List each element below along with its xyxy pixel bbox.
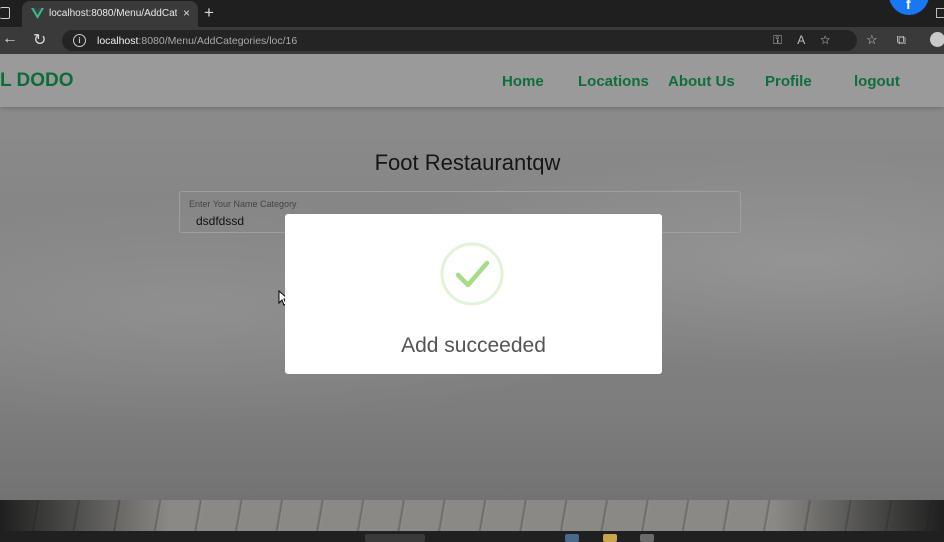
nav-logout[interactable]: logout xyxy=(854,73,900,90)
url-text: localhost:8080/Menu/AddCategories/loc/16 xyxy=(97,35,297,47)
vue-logo-icon xyxy=(31,8,44,19)
tab-close-icon[interactable]: × xyxy=(183,6,190,20)
add-favorite-icon[interactable]: ☆ xyxy=(820,33,845,47)
browser-tab[interactable]: localhost:8080/Menu/AddCategories/loc/16… xyxy=(22,1,198,27)
url-host: localhost xyxy=(97,35,139,47)
success-check-icon xyxy=(440,242,504,306)
modal-title: Add succeeded xyxy=(401,334,546,357)
facebook-glyph: f xyxy=(906,0,911,12)
key-icon[interactable]: ⚿ xyxy=(773,33,797,47)
taskbar-item[interactable] xyxy=(603,534,617,542)
taskbar-item[interactable] xyxy=(365,534,425,542)
success-modal: Add succeeded xyxy=(285,214,662,374)
window-menu-icon[interactable] xyxy=(0,7,10,19)
facebook-icon[interactable]: f xyxy=(889,0,929,15)
browser-tab-strip: localhost:8080/Menu/AddCategories/loc/16… xyxy=(0,0,944,27)
page-title: Foot Restaurantqw xyxy=(374,150,561,175)
profile-avatar[interactable] xyxy=(930,32,944,47)
nav-home[interactable]: Home xyxy=(502,73,544,90)
omnibox-actions[interactable]: ⚿A☆ xyxy=(773,33,845,48)
page-content: L DODO Home Locations About Us Profile l… xyxy=(0,54,944,531)
category-name-value[interactable]: dsdfdssd xyxy=(196,214,244,228)
back-icon[interactable]: ← xyxy=(2,30,18,48)
nav-about-us[interactable]: About Us xyxy=(668,73,735,90)
collections-icon[interactable]: ⧉ xyxy=(897,32,925,47)
site-info-icon[interactable]: i xyxy=(73,34,86,47)
site-navbar: L DODO Home Locations About Us Profile l… xyxy=(0,54,944,107)
reload-icon[interactable]: ↻ xyxy=(33,30,46,50)
tab-title: localhost:8080/Menu/AddCategories/loc/16 xyxy=(49,8,177,19)
url-field[interactable]: i localhost:8080/Menu/AddCategories/loc/… xyxy=(62,30,857,51)
category-name-label: Enter Your Name Category xyxy=(189,199,297,209)
nav-profile[interactable]: Profile xyxy=(765,73,812,90)
os-taskbar xyxy=(0,531,944,542)
taskbar-item[interactable] xyxy=(640,534,654,542)
floor-shadow xyxy=(0,500,944,531)
favorites-icon[interactable]: ☆ xyxy=(866,32,897,47)
read-aloud-icon[interactable]: A xyxy=(797,33,820,47)
browser-address-bar: ← ↻ i localhost:8080/Menu/AddCategories/… xyxy=(0,27,944,54)
browser-toolbar-icons: ☆⧉ xyxy=(866,32,925,48)
taskbar-item[interactable] xyxy=(565,534,579,542)
url-path: :8080/Menu/AddCategories/loc/16 xyxy=(138,35,298,47)
site-brand[interactable]: L DODO xyxy=(0,70,74,92)
new-tab-button[interactable]: + xyxy=(204,3,214,23)
window-restore-icon[interactable] xyxy=(936,8,944,18)
nav-locations[interactable]: Locations xyxy=(578,73,649,90)
